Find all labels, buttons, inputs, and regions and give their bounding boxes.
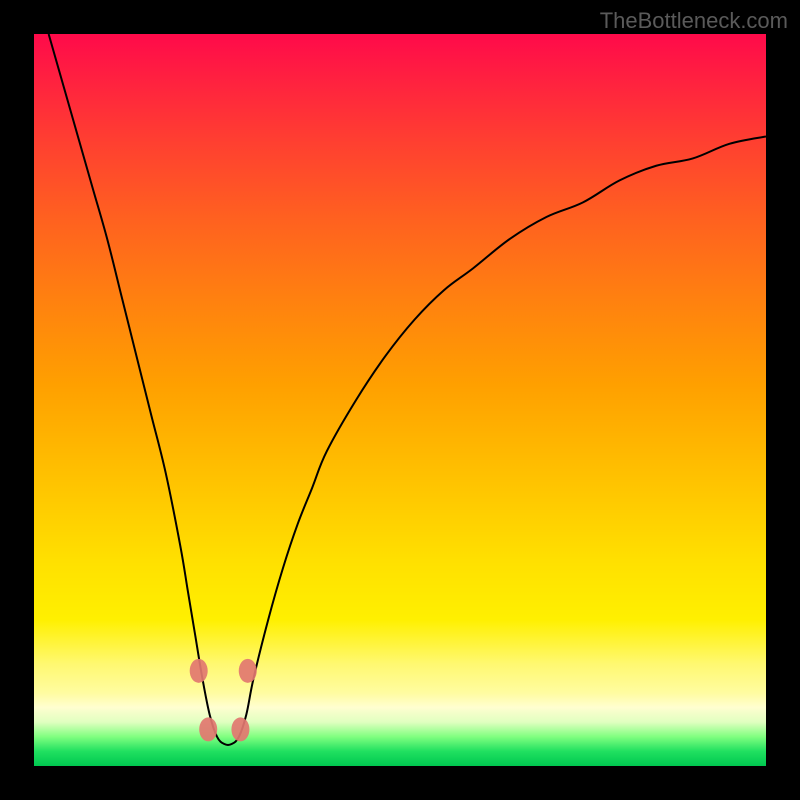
curve-marker xyxy=(199,717,217,741)
curve-marker xyxy=(190,659,208,683)
watermark-text: TheBottleneck.com xyxy=(600,8,788,34)
chart-container xyxy=(34,34,766,766)
curve-marker xyxy=(231,717,249,741)
bottleneck-curve xyxy=(49,34,766,745)
curve-marker xyxy=(239,659,257,683)
curve-markers xyxy=(190,659,257,742)
chart-svg xyxy=(34,34,766,766)
